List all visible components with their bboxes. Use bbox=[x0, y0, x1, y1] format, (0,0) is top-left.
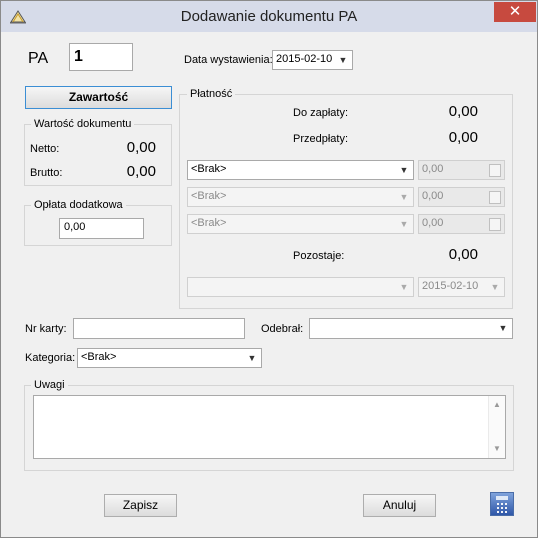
notes-scrollbar[interactable]: ▲ ▼ bbox=[488, 396, 505, 458]
category-value: <Brak> bbox=[81, 351, 117, 363]
issue-date-picker[interactable]: 2015-02-10 ▼ bbox=[272, 50, 353, 70]
card-number-input[interactable] bbox=[73, 318, 245, 339]
payment-amount-1[interactable]: 0,00 bbox=[418, 160, 505, 180]
dialog-window: Dodawanie dokumentu PA ✕ PA 1 Data wysta… bbox=[0, 0, 538, 538]
payment-amount-value-1: 0,00 bbox=[422, 163, 444, 175]
chevron-down-icon: ▼ bbox=[490, 282, 500, 292]
payment-method-select-2[interactable]: <Brak> ▼ bbox=[187, 187, 414, 207]
payment-method-select-3[interactable]: <Brak> ▼ bbox=[187, 214, 414, 234]
surcharge-input[interactable]: 0,00 bbox=[59, 218, 144, 239]
due-value: 0,00 bbox=[448, 103, 478, 120]
document-value-title: Wartość dokumentu bbox=[31, 118, 135, 130]
scroll-down-icon[interactable]: ▼ bbox=[489, 442, 505, 456]
contents-button[interactable]: Zawartość bbox=[25, 86, 172, 109]
chevron-down-icon: ▼ bbox=[338, 55, 348, 65]
chevron-down-icon: ▼ bbox=[399, 165, 409, 175]
scroll-up-icon[interactable]: ▲ bbox=[489, 398, 505, 412]
deferred-date-value: 2015-02-10 bbox=[422, 280, 479, 292]
title-bar[interactable]: Dodawanie dokumentu PA ✕ bbox=[1, 1, 537, 32]
chevron-down-icon: ▼ bbox=[399, 219, 409, 229]
save-button[interactable]: Zapisz bbox=[104, 494, 177, 517]
net-value: 0,00 bbox=[126, 139, 156, 156]
payment-title: Płatność bbox=[187, 88, 236, 100]
card-number-label: Nr karty: bbox=[25, 323, 67, 335]
chevron-down-icon: ▼ bbox=[399, 192, 409, 202]
gross-value: 0,00 bbox=[126, 163, 156, 180]
calculator-screen bbox=[496, 496, 508, 500]
doc-type-label: PA bbox=[28, 50, 49, 67]
issue-date-label: Data wystawienia: bbox=[184, 54, 273, 66]
payment-amount-toggle-1[interactable] bbox=[489, 164, 501, 177]
payment-amount-2[interactable]: 0,00 bbox=[418, 187, 505, 207]
payment-amount-3[interactable]: 0,00 bbox=[418, 214, 505, 234]
payment-amount-value-2: 0,00 bbox=[422, 190, 444, 202]
window-title: Dodawanie dokumentu PA bbox=[180, 8, 358, 25]
close-button[interactable]: ✕ bbox=[494, 2, 536, 22]
category-label: Kategoria: bbox=[25, 352, 76, 364]
deferred-method-select[interactable]: ▼ bbox=[187, 277, 414, 297]
calculator-icon[interactable] bbox=[490, 492, 514, 516]
notes-textarea[interactable]: ▲ ▼ bbox=[33, 395, 506, 459]
payment-amount-toggle-2[interactable] bbox=[489, 191, 501, 204]
received-by-select[interactable]: ▼ bbox=[309, 318, 513, 339]
dialog-body: PA 1 Data wystawienia: 2015-02-10 ▼ Zawa… bbox=[8, 32, 530, 530]
received-by-label: Odebrał: bbox=[261, 323, 304, 335]
prepaid-label: Przedpłaty: bbox=[293, 133, 349, 145]
payment-method-select-1[interactable]: <Brak> ▼ bbox=[187, 160, 414, 180]
issue-date-value: 2015-02-10 bbox=[276, 53, 333, 65]
notes-title: Uwagi bbox=[31, 379, 68, 391]
payment-method-value-2: <Brak> bbox=[191, 190, 227, 202]
remaining-value: 0,00 bbox=[448, 246, 478, 263]
chevron-down-icon: ▼ bbox=[247, 353, 257, 363]
gross-label: Brutto: bbox=[30, 167, 63, 179]
doc-number-input[interactable]: 1 bbox=[69, 43, 133, 71]
net-label: Netto: bbox=[30, 143, 60, 155]
due-label: Do zapłaty: bbox=[293, 107, 349, 119]
surcharge-title: Opłata dodatkowa bbox=[31, 199, 126, 211]
close-icon: ✕ bbox=[508, 3, 522, 20]
calculator-keys bbox=[496, 502, 508, 513]
deferred-date-picker[interactable]: 2015-02-10 ▼ bbox=[418, 277, 505, 297]
remaining-label: Pozostaje: bbox=[293, 250, 345, 262]
payment-method-value-3: <Brak> bbox=[191, 217, 227, 229]
chevron-down-icon: ▼ bbox=[498, 323, 508, 333]
payment-amount-value-3: 0,00 bbox=[422, 217, 444, 229]
chevron-down-icon: ▼ bbox=[399, 282, 409, 292]
cancel-button[interactable]: Anuluj bbox=[363, 494, 436, 517]
category-select[interactable]: <Brak> ▼ bbox=[77, 348, 262, 368]
payment-amount-toggle-3[interactable] bbox=[489, 218, 501, 231]
payment-method-value-1: <Brak> bbox=[191, 163, 227, 175]
prepaid-value: 0,00 bbox=[448, 129, 478, 146]
